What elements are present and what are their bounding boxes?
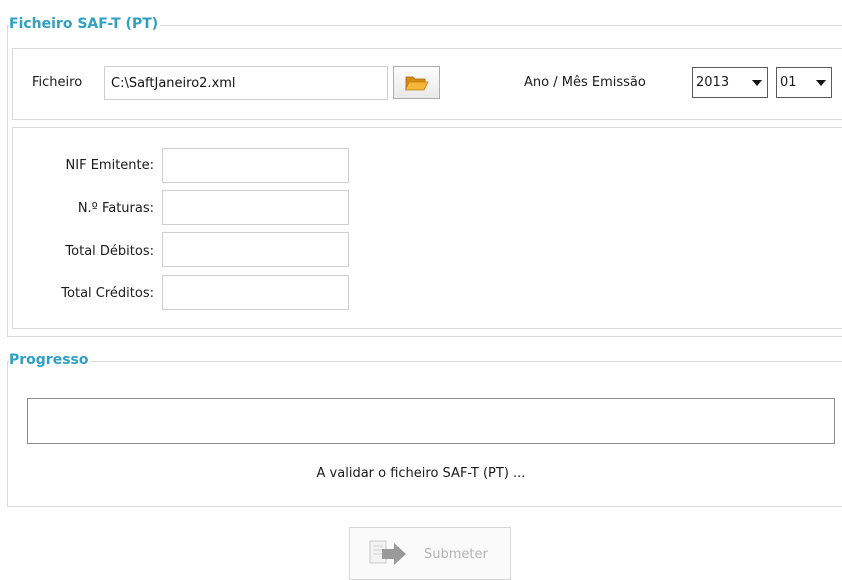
nif-emitente-field[interactable]: [162, 148, 349, 183]
month-select[interactable]: 01: [776, 67, 832, 98]
saft-file-legend: Ficheiro SAF-T (PT): [9, 16, 161, 32]
year-select[interactable]: 2013: [692, 67, 768, 98]
total-creditos-label: Total Créditos:: [61, 286, 154, 301]
total-creditos-field[interactable]: [162, 275, 349, 310]
num-faturas-field[interactable]: [162, 190, 349, 225]
submit-arrow-icon: [369, 540, 406, 565]
submit-button-label: Submeter: [424, 547, 488, 562]
chevron-down-icon: [752, 80, 762, 86]
progress-bar: [27, 398, 835, 444]
file-path-input[interactable]: [104, 66, 388, 100]
total-debitos-label: Total Débitos:: [65, 244, 154, 259]
nif-emitente-label: NIF Emitente:: [65, 158, 154, 173]
file-label: Ficheiro: [32, 75, 83, 90]
num-faturas-label: N.º Faturas:: [77, 201, 154, 216]
progress-status-text: A validar o ficheiro SAF-T (PT) ...: [316, 466, 526, 481]
progress-legend: Progresso: [9, 352, 91, 368]
chevron-down-icon: [816, 80, 826, 86]
year-select-value: 2013: [696, 75, 730, 90]
total-debitos-field[interactable]: [162, 232, 349, 267]
folder-open-icon: [405, 76, 429, 91]
period-label: Ano / Mês Emissão: [524, 75, 646, 90]
month-select-value: 01: [780, 75, 797, 90]
submit-button[interactable]: Submeter: [349, 527, 511, 580]
browse-file-button[interactable]: [393, 66, 440, 99]
